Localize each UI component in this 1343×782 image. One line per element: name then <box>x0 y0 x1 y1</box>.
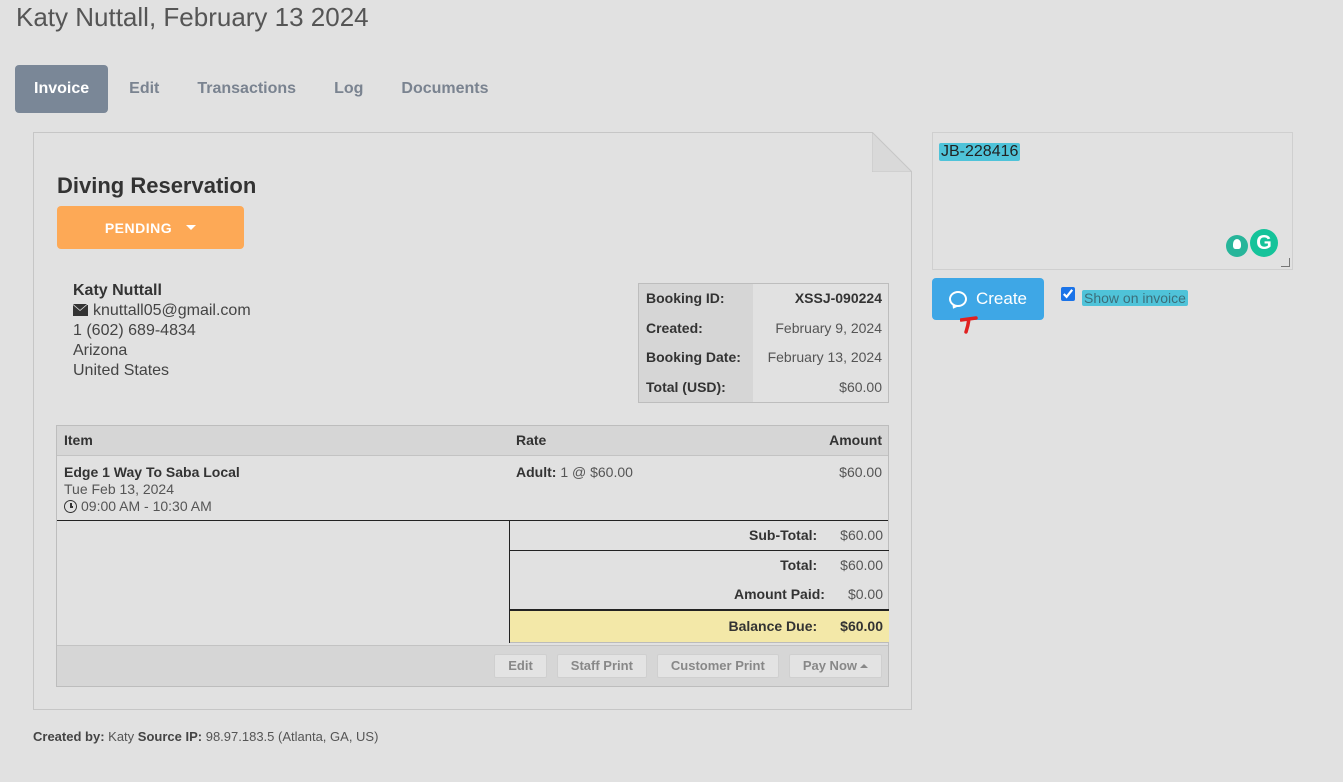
item-name: Edge 1 Way To Saba Local <box>64 464 240 480</box>
rate-value: 1 @ $60.00 <box>560 464 633 480</box>
create-note-button[interactable]: Create <box>932 278 1044 320</box>
booking-id-label: Booking ID: <box>639 284 753 314</box>
table-row: Edge 1 Way To Saba Local Tue Feb 13, 202… <box>57 456 888 520</box>
line-items-table: Item Rate Amount Edge 1 Way To Saba Loca… <box>56 425 889 687</box>
chat-bubble-icon <box>948 291 967 307</box>
caret-up-icon <box>860 664 868 668</box>
pay-now-button[interactable]: Pay Now <box>788 654 882 678</box>
amount-paid-label: Amount Paid: <box>733 586 825 602</box>
edit-button[interactable]: Edit <box>494 654 547 678</box>
subtotal-value: $60.00 <box>840 527 883 543</box>
header-item: Item <box>64 432 93 448</box>
item-rate: Adult: 1 @ $60.00 <box>516 464 633 480</box>
resize-handle-icon[interactable] <box>1281 258 1290 267</box>
total-usd-label: Total (USD): <box>639 372 753 402</box>
customer-state: Arizona <box>73 342 128 359</box>
customer-country: United States <box>73 362 170 379</box>
customer-print-button[interactable]: Customer Print <box>656 654 779 678</box>
amount-paid-value: $0.00 <box>847 586 883 602</box>
customer-name: Katy Nuttall <box>73 282 162 299</box>
source-ip-value: 98.97.183.5 (Atlanta, GA, US) <box>205 729 379 744</box>
source-ip-label: Source IP: <box>137 729 203 744</box>
clock-icon <box>64 500 77 513</box>
booking-date: February 13, 2024 <box>767 349 882 365</box>
grammarly-icon[interactable]: G <box>1250 229 1278 257</box>
status-label: PENDING <box>104 219 173 236</box>
total-label: Total: <box>780 557 818 573</box>
show-on-invoice-checkbox[interactable] <box>1061 287 1075 301</box>
envelope-icon <box>73 304 88 316</box>
note-textarea[interactable]: JB-228416 G <box>932 132 1293 270</box>
tab-invoice[interactable]: Invoice <box>15 65 109 113</box>
invoice-title: Diving Reservation <box>57 173 257 198</box>
create-label: Create <box>975 289 1028 308</box>
invoice-sheet: Diving Reservation PENDING Katy Nuttall … <box>33 132 912 710</box>
tab-edit[interactable]: Edit <box>112 65 176 113</box>
page-title: Katy Nuttall, February 13 2024 <box>16 2 369 32</box>
total-usd: $60.00 <box>839 378 882 395</box>
tab-log[interactable]: Log <box>317 65 380 113</box>
customer-email: knuttall05@gmail.com <box>93 302 251 319</box>
totals-block: Sub-Total: $60.00 Total: $60.00 Amount Pai… <box>509 520 889 643</box>
balance-due-value: $60.00 <box>840 618 883 634</box>
table-header: Item Rate Amount <box>57 426 888 456</box>
staff-print-button[interactable]: Staff Print <box>556 654 647 678</box>
tab-transactions[interactable]: Transactions <box>180 65 313 113</box>
booking-id: XSSJ-090224 <box>794 290 882 306</box>
annotation-mark-icon <box>960 316 978 334</box>
totals-section: Sub-Total: $60.00 Total: $60.00 Amount Pai… <box>57 520 889 645</box>
pay-now-label: Pay Now <box>802 658 857 673</box>
tab-documents[interactable]: Documents <box>384 65 505 113</box>
caret-down-icon <box>186 225 197 230</box>
note-text: JB-228416 <box>939 143 1021 161</box>
balance-due-label: Balance Due: <box>728 618 818 634</box>
item-time-row: 09:00 AM - 10:30 AM <box>64 498 212 514</box>
subtotal-label: Sub-Total: <box>749 527 818 543</box>
header-amount: Amount <box>829 432 882 448</box>
created-by-label: Created by: <box>33 729 105 744</box>
total-value: $60.00 <box>840 557 883 573</box>
status-dropdown[interactable]: PENDING <box>57 206 244 249</box>
item-time: 09:00 AM - 10:30 AM <box>81 498 212 514</box>
header-rate: Rate <box>516 432 547 448</box>
created-date: February 9, 2024 <box>775 319 882 336</box>
customer-phone: 1 (602) 689-4834 <box>73 322 196 339</box>
show-on-invoice-label[interactable]: Show on invoice <box>1082 290 1188 306</box>
item-amount: $60.00 <box>839 464 882 480</box>
tab-bar: Invoice Edit Transactions Log Documents <box>15 65 510 113</box>
rate-label: Adult: <box>516 464 557 480</box>
item-date: Tue Feb 13, 2024 <box>64 481 175 497</box>
invoice-actions: Edit Staff Print Customer Print Pay Now <box>57 645 888 686</box>
created-by-line: Created by: Katy Source IP: 98.97.183.5 … <box>33 729 378 744</box>
created-label: Created: <box>639 313 753 343</box>
booking-summary: Booking ID: XSSJ-090224 Created: February … <box>638 283 889 403</box>
customer-info: Katy Nuttall knuttall05@gmail.com 1 (602… <box>73 281 251 381</box>
created-by-value: Katy <box>108 729 135 744</box>
page-fold-icon <box>872 132 912 172</box>
lightbulb-icon[interactable] <box>1226 235 1248 257</box>
customer-email-row: knuttall05@gmail.com <box>73 301 251 321</box>
booking-date-label: Booking Date: <box>639 343 753 373</box>
